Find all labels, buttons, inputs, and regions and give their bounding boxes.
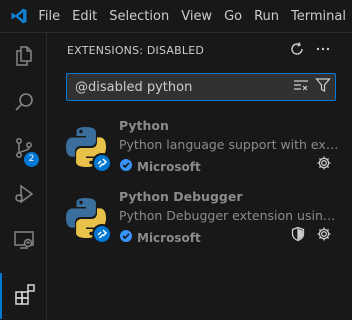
activity-extensions[interactable] [0,273,47,319]
manage-extension-button[interactable] [315,156,333,174]
remote-explorer-icon [12,228,36,256]
extensions-sidebar: EXTENSIONS: DISABLED @disabled python Py… [48,33,352,320]
more-actions-button[interactable] [312,40,334,62]
menu-file[interactable]: File [38,0,66,33]
title-bar: File Edit Selection View Go Run Terminal [0,0,352,33]
menu-bar: File Edit Selection View Go Run Terminal [38,0,352,33]
extension-publisher: Microsoft [119,157,201,176]
refresh-icon [289,41,305,61]
extension-description: Python Debugger extension using debugpy [119,208,339,223]
menu-go[interactable]: Go [218,0,248,33]
extensions-icon [13,282,37,310]
filter-icon [315,77,331,97]
verified-publisher-icon [119,228,133,247]
sidebar-title: EXTENSIONS: DISABLED [67,44,205,57]
publisher-name: Microsoft [137,159,201,174]
files-icon [12,44,36,72]
menu-run[interactable]: Run [248,0,285,33]
menu-terminal[interactable]: Terminal [285,0,352,33]
publisher-name: Microsoft [137,230,201,245]
vscode-logo-icon[interactable] [0,0,38,33]
activity-remote-explorer[interactable] [0,219,47,265]
remote-indicator-icon [92,153,112,173]
extension-name: Python [119,118,169,133]
workspace-trust-button[interactable] [289,226,307,246]
search-icon [12,90,36,118]
verified-publisher-icon [119,157,133,176]
manage-extension-button[interactable] [315,227,333,245]
menu-edit[interactable]: Edit [66,0,103,33]
run-debug-icon [12,182,36,210]
activity-source-control[interactable]: 2 [0,127,47,173]
extensions-search-input[interactable] [75,78,285,96]
extension-description: Python language support with extension a… [119,137,339,152]
activity-explorer[interactable] [0,35,47,81]
gear-icon [316,155,332,175]
menu-selection[interactable]: Selection [103,0,175,33]
remote-indicator-icon [92,224,112,244]
activity-run-debug[interactable] [0,173,47,219]
activity-bar: 2 [0,33,47,320]
menu-view[interactable]: View [175,0,218,33]
activity-search[interactable] [0,81,47,127]
clear-filter-icon [293,77,309,97]
extension-publisher: Microsoft [119,228,201,247]
more-actions-icon [315,41,331,61]
extension-item[interactable]: Python Debugger Python Debugger extensio… [48,188,352,258]
extension-name: Python Debugger [119,189,243,204]
refresh-button[interactable] [286,40,308,62]
clear-filter-button[interactable] [291,77,311,97]
extensions-search-box [66,73,336,101]
source-control-badge: 2 [24,152,39,167]
gear-icon [316,226,332,246]
extension-item[interactable]: Python Python language support with exte… [48,117,352,187]
sidebar-header: EXTENSIONS: DISABLED [48,33,352,68]
shield-icon [290,226,306,246]
filter-button[interactable] [313,77,333,97]
